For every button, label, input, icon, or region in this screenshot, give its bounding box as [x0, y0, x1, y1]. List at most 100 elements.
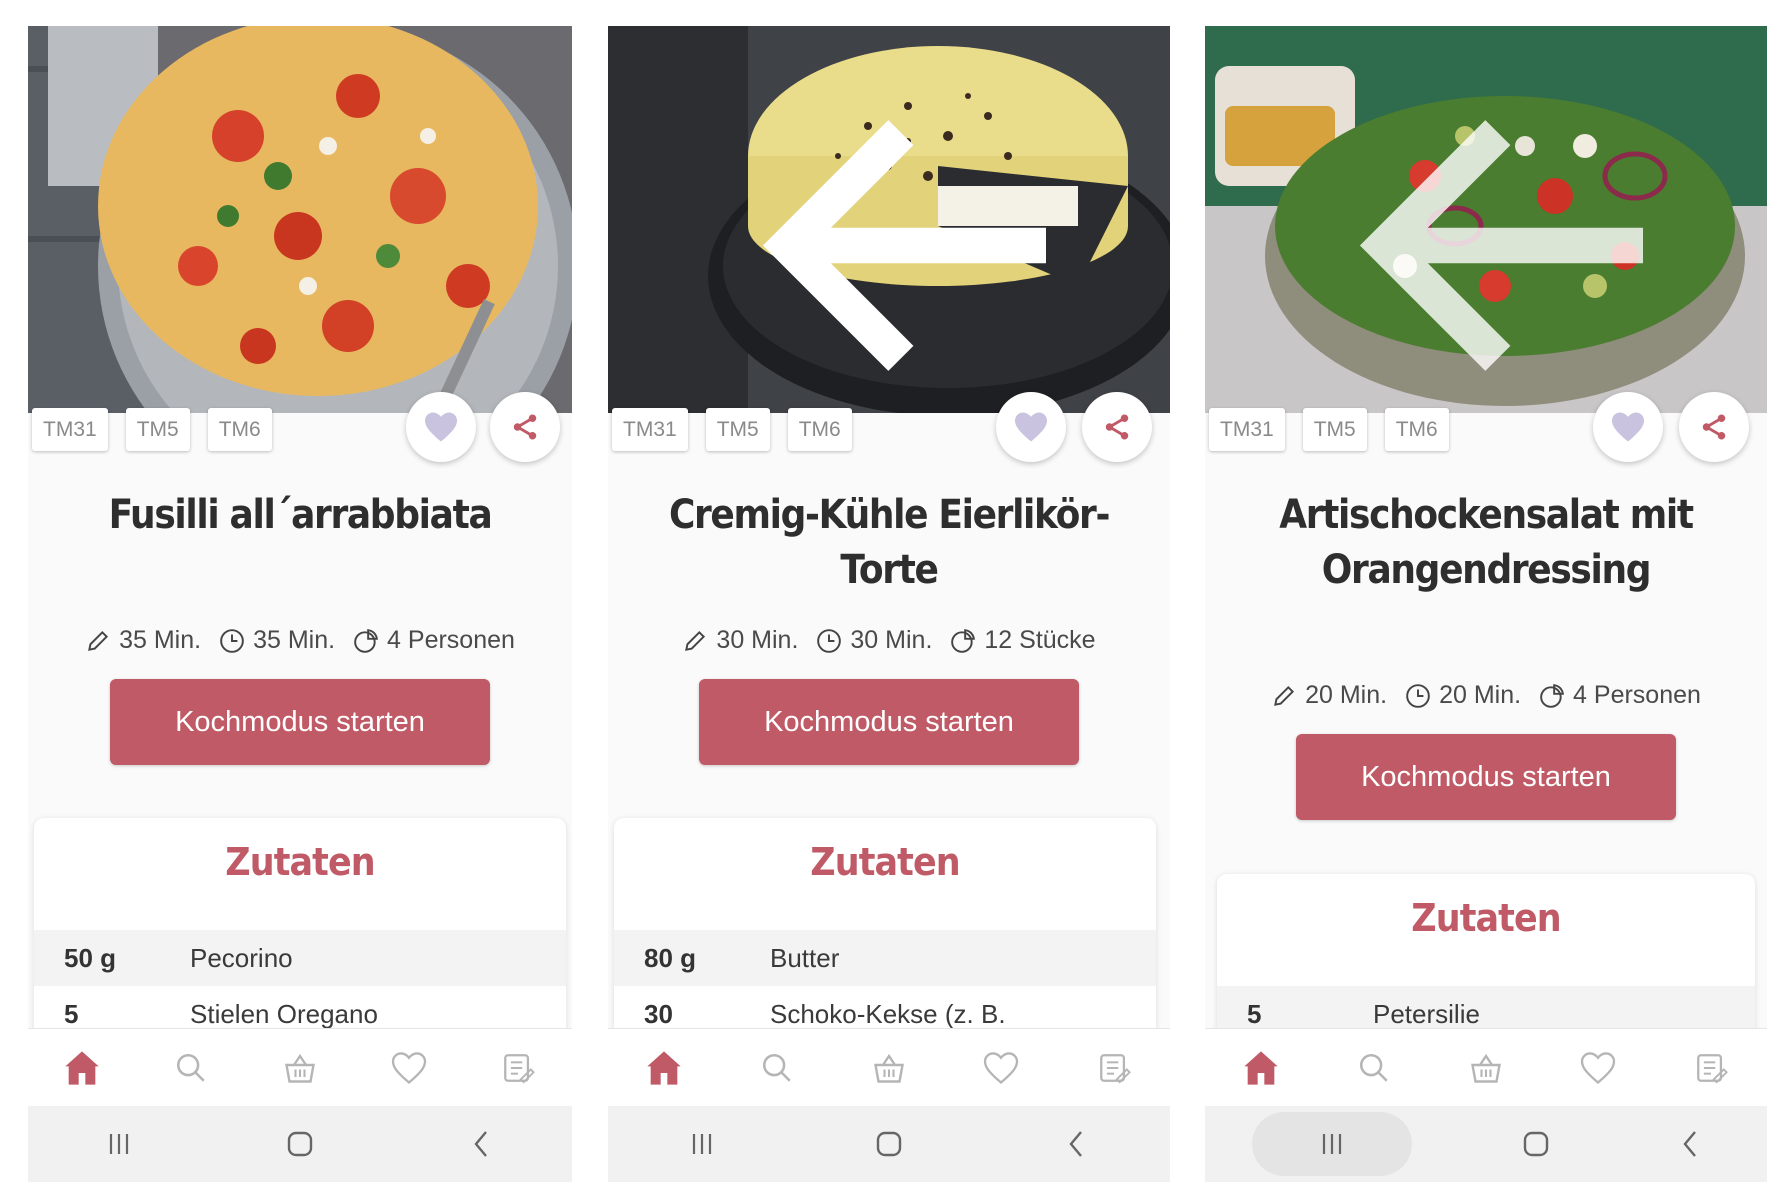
share-button[interactable]: [1082, 392, 1152, 462]
tm-tag[interactable]: TM5: [705, 408, 770, 451]
prep-time: 30 Min.: [716, 626, 799, 654]
pencil-icon: [88, 630, 109, 651]
start-cook-mode-button[interactable]: Kochmodus starten: [1296, 734, 1676, 820]
system-navigation-bar: [608, 1106, 1170, 1182]
servings: 12 Stücke: [984, 626, 1096, 654]
ingredient-quantity: 30: [644, 998, 673, 1029]
share-icon: [1702, 414, 1726, 440]
list-icon[interactable]: [496, 1046, 540, 1090]
start-cook-mode-button[interactable]: Kochmodus starten: [110, 679, 490, 765]
tm-tag[interactable]: TM31: [1209, 408, 1285, 451]
recipe-meta: 20 Min. 20 Min. 4 Personen: [1205, 681, 1767, 710]
prep-time: 20 Min.: [1305, 681, 1388, 709]
recipe-screen-3: TM31 TM5 TM6 Artischockensalat mit Orang…: [1205, 26, 1767, 1182]
back-button-icon[interactable]: [1660, 1124, 1720, 1164]
ingredient-name: Butter: [770, 942, 840, 973]
recent-apps-icon[interactable]: [89, 1124, 149, 1164]
start-cook-mode-button[interactable]: Kochmodus starten: [699, 679, 1079, 765]
heart-icon[interactable]: [387, 1046, 431, 1090]
ingredient-name: Stielen Oregano: [190, 998, 378, 1029]
ingredient-quantity: 5: [1247, 998, 1262, 1029]
heart-icon[interactable]: [1576, 1046, 1620, 1090]
portion-icon: [951, 628, 976, 653]
ingredients-heading: Zutaten: [1411, 896, 1561, 940]
tm-tag[interactable]: TM6: [1384, 408, 1449, 451]
search-icon[interactable]: [169, 1046, 213, 1090]
basket-icon[interactable]: [1464, 1046, 1508, 1090]
search-icon[interactable]: [755, 1046, 799, 1090]
pencil-icon: [685, 630, 706, 651]
bottom-navigation: [608, 1028, 1170, 1107]
recipe-meta: 35 Min. 35 Min. 4 Personen: [28, 626, 572, 655]
recipe-title: Artischockensalat mit Orangendressing: [1279, 492, 1694, 593]
basket-icon[interactable]: [867, 1046, 911, 1090]
recipe-photo-cake: [608, 26, 1170, 413]
bottom-navigation: [1205, 1028, 1767, 1107]
recipe-title: Fusilli all´arrabbiata: [108, 492, 493, 538]
tm-tag[interactable]: TM6: [207, 408, 272, 451]
basket-icon[interactable]: [278, 1046, 322, 1090]
clock-icon: [220, 628, 244, 653]
recipe-meta: 30 Min. 30 Min. 12 Stücke: [608, 626, 1170, 655]
portion-icon: [1540, 683, 1564, 708]
clock-icon: [817, 628, 842, 653]
thermomix-tags: TM31 TM5 TM6: [1209, 408, 1449, 451]
ingredient-name: Petersilie: [1373, 998, 1480, 1029]
recent-apps-icon[interactable]: [672, 1124, 732, 1164]
clock-icon: [1406, 683, 1430, 708]
share-icon: [513, 414, 537, 440]
list-icon[interactable]: [1092, 1046, 1136, 1090]
heart-icon: [1015, 412, 1047, 442]
favorite-button[interactable]: [406, 392, 476, 462]
search-icon[interactable]: [1352, 1046, 1396, 1090]
bottom-navigation: [28, 1028, 572, 1107]
portion-icon: [354, 628, 378, 653]
home-button-icon[interactable]: [859, 1124, 919, 1164]
ingredient-name: Pecorino: [190, 942, 293, 973]
heart-icon: [425, 412, 457, 442]
share-button[interactable]: [490, 392, 560, 462]
ingredient-row: 50 g Pecorino: [34, 930, 566, 986]
home-icon[interactable]: [1239, 1046, 1283, 1090]
thermomix-tags: TM31 TM5 TM6: [612, 408, 852, 451]
recipe-screen-2: TM31 TM5 TM6 Cremig-Kühle Eierlikör-Tort…: [608, 26, 1170, 1182]
share-button[interactable]: [1679, 392, 1749, 462]
home-icon[interactable]: [642, 1046, 686, 1090]
tm-tag[interactable]: TM31: [612, 408, 688, 451]
ingredient-row: 80 g Butter: [614, 930, 1156, 986]
ingredient-quantity: 50 g: [64, 942, 117, 973]
favorite-button[interactable]: [996, 392, 1066, 462]
favorite-button[interactable]: [1593, 392, 1663, 462]
back-button-icon[interactable]: [1046, 1124, 1106, 1164]
home-button-icon[interactable]: [270, 1124, 330, 1164]
tm-tag[interactable]: TM5: [1302, 408, 1367, 451]
total-time: 30 Min.: [850, 626, 933, 654]
tm-tag[interactable]: TM5: [125, 408, 190, 451]
home-icon[interactable]: [60, 1046, 104, 1090]
recipe-photo-salad: [1205, 26, 1767, 413]
ingredients-heading: Zutaten: [810, 840, 960, 884]
ingredient-name: Schoko-Kekse (z. B.: [770, 998, 1006, 1029]
back-arrow-icon[interactable]: [636, 52, 1170, 413]
tm-tag[interactable]: TM31: [32, 408, 108, 451]
total-time: 35 Min.: [253, 626, 336, 654]
pencil-icon: [1274, 685, 1295, 706]
recipe-title: Cremig-Kühle Eierlikör-Torte: [668, 492, 1110, 593]
system-navigation-bar: [28, 1106, 572, 1182]
home-button-icon[interactable]: [1506, 1124, 1566, 1164]
ingredients-heading: Zutaten: [225, 840, 375, 884]
prep-time: 35 Min.: [119, 626, 202, 654]
recent-apps-icon[interactable]: [1252, 1112, 1412, 1176]
list-icon[interactable]: [1689, 1046, 1733, 1090]
thermomix-tags: TM31 TM5 TM6: [32, 408, 272, 451]
tm-tag[interactable]: TM6: [787, 408, 852, 451]
heart-icon: [1612, 412, 1644, 442]
recipe-photo-pasta: [28, 26, 572, 413]
system-navigation-bar: [1205, 1106, 1767, 1182]
back-button-icon[interactable]: [451, 1124, 511, 1164]
back-arrow-icon[interactable]: [1233, 52, 1767, 413]
heart-icon[interactable]: [979, 1046, 1023, 1090]
recipe-screen-1: TM31 TM5 TM6 Fusilli all´arrabbiata 35 M…: [28, 26, 572, 1182]
servings: 4 Personen: [1573, 681, 1701, 709]
ingredient-quantity: 80 g: [644, 942, 697, 973]
